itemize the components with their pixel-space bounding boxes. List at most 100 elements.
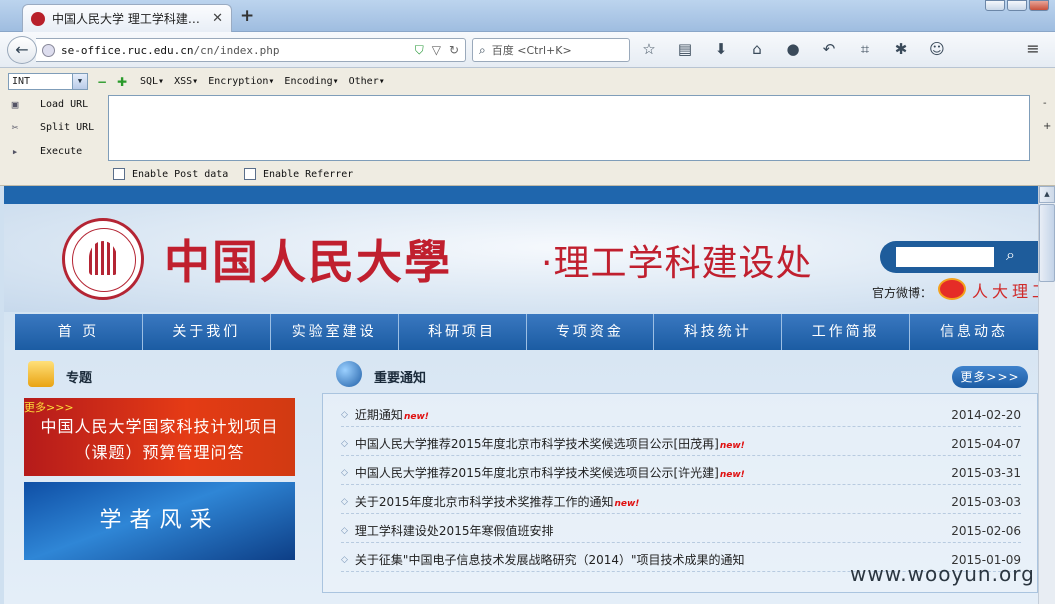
weibo-label: 官方微博： <box>872 286 933 300</box>
menu-encoding[interactable]: Encoding▾ <box>284 76 338 87</box>
bullet-icon: ◇ <box>341 496 348 507</box>
weibo-name[interactable]: 人大理工 <box>972 278 1038 302</box>
enable-referrer-checkbox[interactable]: Enable Referrer <box>244 168 353 180</box>
new-tab-button[interactable]: + <box>240 6 254 26</box>
bullet-icon: ◇ <box>341 409 348 420</box>
undo-icon[interactable]: ↶ <box>820 40 838 58</box>
dropdown-arrow-icon[interactable]: ▽ <box>432 43 441 58</box>
notice-date: 2015-03-03 <box>951 494 1021 509</box>
split-url-button[interactable]: ✂ Split URL <box>8 121 95 134</box>
download-icon[interactable]: ⬇ <box>712 40 730 58</box>
notice-item[interactable]: ◇ 近期通知new! 2014-02-20 <box>341 403 1021 427</box>
navigation-toolbar: se-office.ruc.edu.cn/cn/index.php ⛉ ▽ ↻ … <box>0 32 1055 68</box>
play-icon: ▸ <box>11 145 19 158</box>
bullet-icon: ◇ <box>341 467 348 478</box>
site-subtitle: ·理工学科建设处 <box>541 243 813 284</box>
notice-date: 2014-02-20 <box>951 407 1021 422</box>
nav-funds[interactable]: 专项资金 <box>527 314 655 350</box>
reading-list-icon[interactable]: ▤ <box>676 40 694 58</box>
crop-icon[interactable]: ⌗ <box>856 40 874 58</box>
menu-xss[interactable]: XSS▾ <box>174 76 198 87</box>
title-bar: 中国人民大学 理工学科建设处 ✕ + <box>0 0 1055 32</box>
topic-heading: 专题 <box>66 371 93 386</box>
site-search-input[interactable] <box>896 247 994 267</box>
watermark: www.wooyun.org <box>850 562 1035 586</box>
weibo-icon[interactable] <box>938 278 966 300</box>
scissors-icon: ✂ <box>11 121 19 134</box>
url-text[interactable]: se-office.ruc.edu.cn/cn/index.php <box>61 44 415 57</box>
scroll-up-icon[interactable]: ▲ <box>1039 186 1055 203</box>
minus-icon[interactable]: − <box>97 75 107 89</box>
search-icon[interactable]: ⌕ <box>1006 245 1015 265</box>
arrow-circle-icon <box>336 361 362 387</box>
chevron-down-icon: ▼ <box>72 74 87 89</box>
notice-title[interactable]: 中国人民大学推荐2015年度北京市科学技术奖候选项目公示[许光建]new! <box>355 464 951 481</box>
shrink-icon[interactable]: - <box>1043 98 1047 109</box>
scrollbar[interactable]: ▲ <box>1038 186 1055 604</box>
nav-about[interactable]: 关于我们 <box>143 314 271 350</box>
encoding-select[interactable]: INT ▼ <box>8 73 88 90</box>
search-bar[interactable]: ⌕ 百度 <Ctrl+K> <box>472 38 630 62</box>
main-nav: 首 页 关于我们 实验室建设 科研项目 专项资金 科技统计 工作简报 信息动态 <box>15 314 1038 350</box>
browser-tab[interactable]: 中国人民大学 理工学科建设处 ✕ <box>22 4 232 32</box>
header-banner: 中国人民大學 ·理工学科建设处 ⌕ 官方微博： 人大理工 <box>4 204 1038 312</box>
menu-other[interactable]: Other▾ <box>349 76 385 87</box>
topic-more-link[interactable]: 更多>>> <box>24 399 74 415</box>
minimize-button[interactable] <box>985 0 1005 11</box>
execute-button[interactable]: ▸ Execute <box>8 145 82 158</box>
nav-news[interactable]: 信息动态 <box>910 314 1038 350</box>
search-icon: ⌕ <box>479 42 486 57</box>
notice-date: 2015-03-31 <box>951 465 1021 480</box>
nav-home[interactable]: 首 页 <box>15 314 143 350</box>
notice-item[interactable]: ◇ 中国人民大学推荐2015年度北京市科学技术奖候选项目公示[许光建]new! 20… <box>341 461 1021 485</box>
scrollbar-thumb[interactable] <box>1039 204 1055 282</box>
menu-encryption[interactable]: Encryption▾ <box>208 76 274 87</box>
back-button[interactable]: ← <box>7 36 37 64</box>
nav-statistics[interactable]: 科技统计 <box>654 314 783 350</box>
nav-labs[interactable]: 实验室建设 <box>271 314 399 350</box>
chat-icon[interactable]: ● <box>784 40 802 58</box>
url-textarea[interactable] <box>108 95 1030 161</box>
close-tab-icon[interactable]: ✕ <box>212 11 223 26</box>
shield-icon[interactable]: ⛉ <box>415 43 424 58</box>
notice-date: 2015-02-06 <box>951 523 1021 538</box>
new-badge: new! <box>403 412 429 422</box>
maximize-button[interactable] <box>1007 0 1027 11</box>
load-url-button[interactable]: ▣ Load URL <box>8 98 88 111</box>
plus-icon[interactable]: ✚ <box>117 75 127 89</box>
close-window-button[interactable] <box>1029 0 1049 11</box>
bullet-icon: ◇ <box>341 554 348 565</box>
scholars-banner[interactable]: 学者风采 <box>24 482 295 560</box>
smiley-icon[interactable]: ☺ <box>928 40 946 58</box>
new-badge: new! <box>719 470 745 480</box>
expand-icon[interactable]: + <box>1043 121 1051 132</box>
tab-title: 中国人民大学 理工学科建设处 <box>52 12 207 26</box>
bug-icon[interactable]: ✱ <box>892 40 910 58</box>
url-bar[interactable]: se-office.ruc.edu.cn/cn/index.php ⛉ ▽ ↻ <box>36 38 466 62</box>
bullet-icon: ◇ <box>341 438 348 449</box>
notice-title[interactable]: 近期通知new! <box>355 406 951 423</box>
nav-briefing[interactable]: 工作简报 <box>782 314 911 350</box>
nav-research[interactable]: 科研项目 <box>399 314 527 350</box>
notice-item[interactable]: ◇ 中国人民大学推荐2015年度北京市科学技术奖候选项目公示[田茂再]new! 20… <box>341 432 1021 456</box>
new-badge: new! <box>719 441 745 451</box>
load-icon: ▣ <box>11 98 19 111</box>
globe-icon <box>42 43 55 57</box>
bookmark-star-icon[interactable]: ☆ <box>640 40 658 58</box>
notice-item[interactable]: ◇ 关于2015年度北京市科学技术奖推荐工作的通知new! 2015-03-03 <box>341 490 1021 514</box>
notice-item[interactable]: ◇ 理工学科建设处2015年寒假值班安排 2015-02-06 <box>341 519 1021 543</box>
notice-title[interactable]: 中国人民大学推荐2015年度北京市科学技术奖候选项目公示[田茂再]new! <box>355 435 951 452</box>
notices-more-button[interactable]: 更多>>> <box>952 366 1028 388</box>
notice-date: 2015-04-07 <box>951 436 1021 451</box>
enable-post-checkbox[interactable]: Enable Post data <box>113 168 228 180</box>
new-badge: new! <box>614 499 640 509</box>
page-viewport: 中国人民大學 ·理工学科建设处 ⌕ 官方微博： 人大理工 首 页 关于我们 实验… <box>4 186 1038 604</box>
home-icon[interactable]: ⌂ <box>748 40 766 58</box>
top-strip <box>4 186 1038 204</box>
notice-title[interactable]: 理工学科建设处2015年寒假值班安排 <box>355 522 951 539</box>
reload-icon[interactable]: ↻ <box>449 43 459 58</box>
notice-title[interactable]: 关于2015年度北京市科学技术奖推荐工作的通知new! <box>355 493 951 510</box>
menu-icon[interactable]: ≡ <box>1024 40 1042 58</box>
menu-sql[interactable]: SQL▾ <box>140 76 164 87</box>
site-name: 中国人民大學 <box>164 235 452 289</box>
